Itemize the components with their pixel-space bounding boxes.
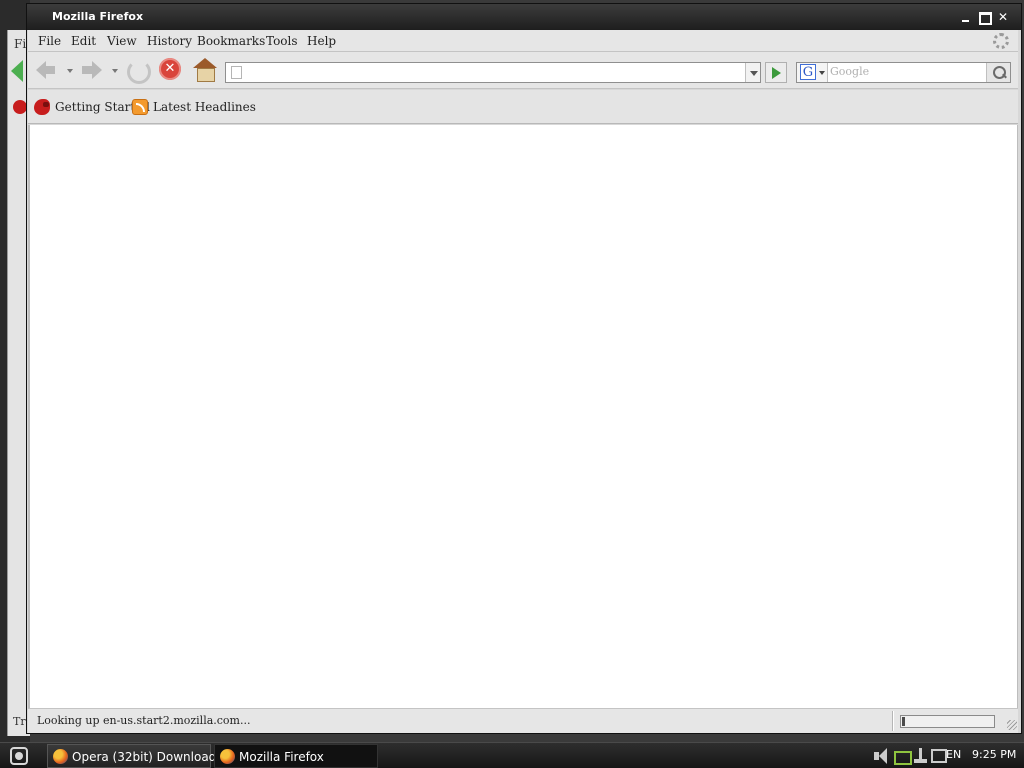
usb-icon[interactable]	[913, 747, 929, 765]
display-icon[interactable]	[930, 747, 947, 765]
task-button-opera[interactable]: Opera (32bit) Download - ...	[47, 744, 240, 768]
search-magnifier-icon[interactable]	[986, 63, 1010, 82]
menu-history[interactable]: History	[147, 34, 192, 48]
background-back-icon[interactable]	[11, 60, 23, 82]
back-history-dropdown-icon[interactable]	[67, 69, 73, 73]
menu-help[interactable]: Help	[307, 34, 336, 48]
window-title: Mozilla Firefox	[52, 10, 144, 23]
task-label: Mozilla Firefox	[239, 750, 324, 764]
url-history-dropdown-icon[interactable]	[745, 63, 760, 82]
close-button[interactable]: ✕	[996, 10, 1010, 24]
reload-icon[interactable]	[124, 58, 151, 84]
firefox-icon	[220, 749, 235, 764]
firefox-window: Mozilla Firefox ✕ File Edit View History…	[26, 3, 1022, 734]
minimize-button[interactable]	[959, 10, 973, 24]
firefox-icon	[53, 749, 68, 764]
go-button[interactable]	[765, 62, 787, 83]
title-bar[interactable]: Mozilla Firefox ✕	[27, 4, 1021, 30]
status-text: Looking up en-us.start2.mozilla.com...	[37, 714, 251, 727]
search-engine-selector[interactable]: G	[797, 63, 828, 82]
background-status-fragment: Tr	[13, 715, 26, 728]
menu-tools[interactable]: Tools	[266, 34, 298, 48]
clock[interactable]: 9:25 PM	[972, 748, 1016, 761]
volume-icon[interactable]	[872, 747, 890, 765]
menu-file[interactable]: File	[38, 34, 61, 48]
menu-bar: File Edit View History Bookmarks Tools H…	[28, 30, 1018, 52]
throbber-icon	[993, 33, 1009, 49]
bookmarks-toolbar: Getting Started Latest Headlines	[28, 90, 1018, 124]
menu-view[interactable]: View	[107, 34, 137, 48]
rss-feed-icon	[132, 99, 148, 115]
keyboard-language[interactable]: EN	[946, 748, 961, 766]
progress-fill	[902, 717, 905, 726]
status-separator	[892, 711, 894, 731]
task-button-firefox[interactable]: Mozilla Firefox	[214, 744, 378, 768]
firefox-bookmark-icon	[34, 99, 50, 115]
network-icon[interactable]	[893, 747, 912, 765]
menu-bookmarks[interactable]: Bookmarks	[197, 34, 265, 48]
google-icon: G	[800, 64, 816, 80]
menu-edit[interactable]: Edit	[71, 34, 96, 48]
bookmark-label: Latest Headlines	[153, 100, 256, 114]
back-arrow-icon[interactable]	[34, 58, 60, 82]
maximize-button[interactable]	[977, 10, 992, 25]
page-favicon-icon	[231, 66, 242, 79]
background-menu-fragment[interactable]: Fi	[14, 37, 26, 51]
background-bookmark-icon[interactable]	[13, 100, 27, 114]
resize-grip-icon[interactable]	[1007, 720, 1017, 730]
taskbar: Opera (32bit) Download - ... Mozilla Fir…	[0, 742, 1024, 768]
forward-arrow-icon[interactable]	[78, 58, 104, 82]
start-menu-icon[interactable]	[10, 747, 28, 765]
search-bar[interactable]: G	[796, 62, 1011, 83]
url-bar[interactable]	[225, 62, 761, 83]
page-content[interactable]	[28, 125, 1018, 708]
stop-icon[interactable]	[158, 58, 184, 82]
progress-bar	[900, 715, 995, 728]
home-icon[interactable]	[192, 58, 218, 82]
search-input[interactable]	[830, 65, 980, 78]
status-bar: Looking up en-us.start2.mozilla.com...	[28, 708, 1018, 733]
forward-history-dropdown-icon[interactable]	[112, 69, 118, 73]
navigation-toolbar: G	[28, 52, 1018, 89]
